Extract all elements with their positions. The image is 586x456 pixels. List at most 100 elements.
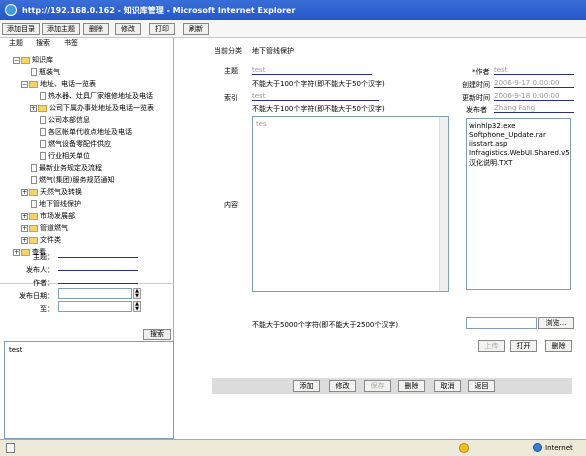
folder-icon [29,236,38,244]
ie-icon [5,4,17,16]
add-button[interactable]: 添加 [293,380,320,392]
delete-button[interactable]: 删除 [398,380,425,392]
page-icon [40,116,46,124]
tree-node[interactable]: 最新业务规定及流程 [31,164,102,173]
tree-node[interactable]: + 公司下属办事处地址及电话一览表 [30,104,154,113]
browse-button[interactable]: 浏览... [538,317,574,329]
folder-icon [29,80,38,88]
attachment-item[interactable]: winhlp32.exe [469,122,515,130]
add-folder-button[interactable]: 添加目录 [2,23,40,35]
page-icon [40,152,46,160]
category-tree: − 知识库 瓶装气 − 地址、电话一览表 热水器、灶具厂家维修地址及电话 + 公司下属… [0,50,174,284]
attachment-item[interactable]: 汉化说明.TXT [469,158,512,168]
publisher-label: 发布者 [466,106,487,114]
collapse-icon[interactable]: − [21,80,28,88]
attachment-item[interactable]: Softphone_Update.rar [469,131,546,139]
tab-bookmark[interactable]: 书签 [64,38,78,48]
attachment-list: winhlp32.exe Softphone_Update.rar iissta… [466,118,571,290]
tree-node[interactable]: + 天然气及转换 [21,188,82,197]
add-topic-button[interactable]: 添加主题 [42,23,80,35]
refresh-button[interactable]: 刷新 [183,23,209,35]
date-spinner-icon[interactable]: ▲ ▼ [133,288,141,299]
folder-icon [29,188,38,196]
expand-icon[interactable]: + [21,188,28,196]
toolbar: 添加目录 添加主题 删除 修改 打印 刷新 [0,20,586,38]
expand-icon[interactable]: + [21,236,28,244]
open-button[interactable]: 打开 [510,340,537,352]
page-icon [31,200,37,208]
edit-button[interactable]: 修改 [115,23,141,35]
upload-button[interactable]: 上传 [478,340,505,352]
folder-icon [38,104,47,112]
page-icon [31,164,37,172]
delete-attachment-button[interactable]: 删除 [545,340,572,352]
expand-icon[interactable]: + [21,224,28,232]
search-date-from-input[interactable] [58,288,132,299]
save-button[interactable]: 保存 [364,380,391,392]
search-results-list: test [4,341,174,439]
tree-node[interactable]: 瓶装气 [31,68,60,77]
tree-node[interactable]: + 管道燃气 [21,224,68,233]
main-form: 当前分类 地下管线保护 主题 test 不能大于100个字符(即不能大于50个汉… [179,38,582,439]
window-title: http://192.168.0.162 - 知识库管理 - Microsoft… [22,6,296,15]
index-input[interactable]: test [252,92,379,101]
tree-node[interactable]: 燃气(集团)服务规范通知 [31,176,114,185]
tree-node[interactable]: 热水器、灶具厂家维修地址及电话 [40,92,153,101]
tree-node-selected[interactable]: 地下管线保护 [31,200,81,209]
subject-input[interactable]: test [252,66,372,75]
delete-button[interactable]: 删除 [83,23,109,35]
tab-search[interactable]: 搜索 [36,38,50,48]
search-result-item[interactable]: test [9,346,22,354]
search-author-field[interactable] [58,276,138,284]
updated-input[interactable]: 2006-9-18 0:00:00 [494,92,574,101]
author-input[interactable]: test [494,66,574,75]
search-to-label: 至： [40,305,54,313]
tree-node[interactable]: + 市场发展部 [21,212,75,221]
return-button[interactable]: 返回 [468,380,495,392]
tree-node[interactable]: + 文件类 [21,236,61,245]
tree-node-root[interactable]: − 知识库 [13,56,53,65]
tree-node[interactable]: 各区帐单代收点地址及电话 [40,128,132,137]
tree-node[interactable]: − 地址、电话一览表 [21,80,96,89]
file-path-input[interactable] [466,317,537,329]
content-textarea[interactable]: tes [252,116,449,292]
globe-icon [533,443,542,452]
created-input[interactable]: 2006-9-17 0:00:00 [494,79,574,88]
content-label: 内容 [224,201,238,209]
collapse-icon[interactable]: − [13,56,20,64]
page-icon [31,176,37,184]
folder-icon [29,224,38,232]
status-bar: Internet [0,439,586,456]
warning-icon [459,443,469,453]
window-titlebar: http://192.168.0.162 - 知识库管理 - Microsoft… [0,0,586,20]
tree-node[interactable]: 燃气设备零配件供应 [40,140,111,149]
tree-node[interactable]: 行业相关单位 [40,152,90,161]
attachment-item[interactable]: Infragistics.WebUI.Shared.v5 [469,149,570,157]
print-button[interactable]: 打印 [149,23,175,35]
tab-topic[interactable]: 主题 [9,38,23,48]
cancel-button[interactable]: 取消 [434,380,461,392]
expand-icon[interactable]: + [21,212,28,220]
content-hint: 不能大于5000个字符(即不能大于2500个汉字) [252,321,399,329]
search-publisher-field[interactable] [58,263,138,271]
index-label: 索引 [224,94,238,102]
page-icon [40,92,46,100]
left-tabs: 主题 搜索 书签 [0,38,174,50]
search-subject-field[interactable] [58,250,138,258]
publisher-input[interactable]: Zhang Fang [494,104,574,113]
content-scrollbar[interactable] [439,117,448,291]
index-hint: 不能大于100个字符(即不能大于50个汉字) [252,105,385,113]
folder-icon [29,212,38,220]
search-publisher-label: 发布人： [26,266,54,274]
tree-node[interactable]: 公司本部信息 [40,116,90,125]
date-spinner-icon[interactable]: ▲ ▼ [133,301,141,312]
search-button[interactable]: 搜索 [143,329,171,340]
subject-label: 主题 [224,67,238,75]
attachment-item[interactable]: iisstart.asp [469,140,507,148]
subject-hint: 不能大于100个字符(即不能大于50个汉字) [252,80,385,88]
category-label: 当前分类 [214,47,242,55]
expand-icon[interactable]: + [30,104,37,112]
search-date-to-input[interactable] [58,301,132,312]
edit-button[interactable]: 修改 [329,380,356,392]
page-icon [40,128,46,136]
